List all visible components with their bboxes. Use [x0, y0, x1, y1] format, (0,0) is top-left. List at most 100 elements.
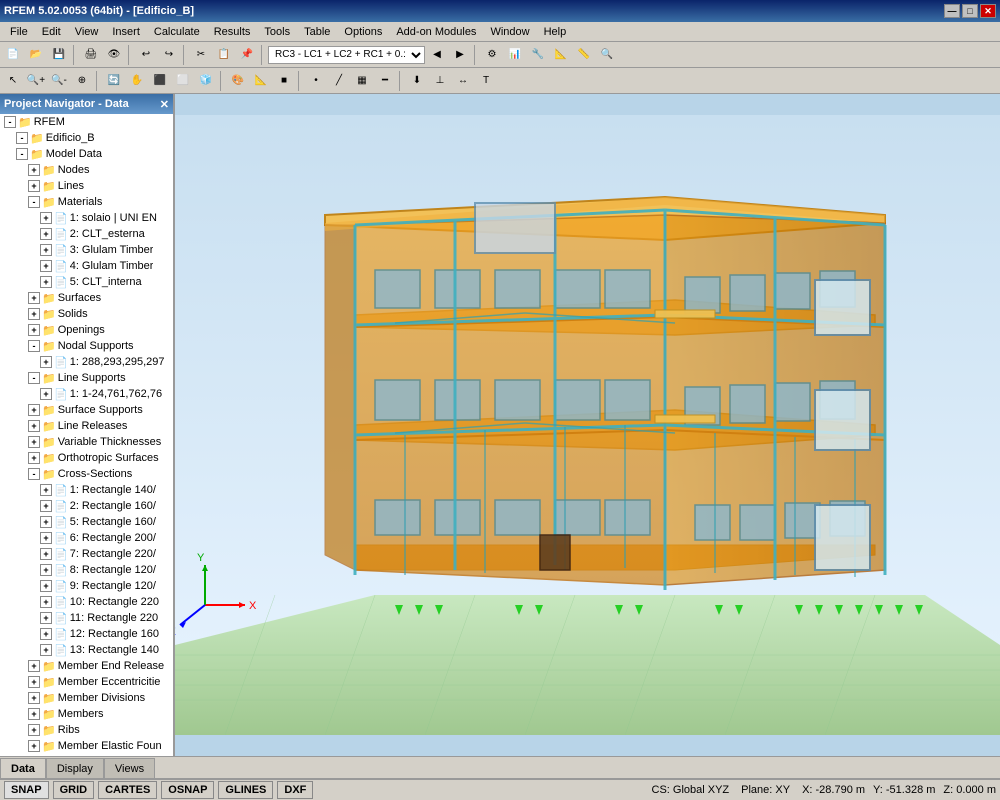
expand-icon[interactable]: +: [40, 228, 52, 240]
tree-node-14[interactable]: -📁Line Supports: [0, 370, 173, 386]
view-front[interactable]: ⬛: [149, 70, 171, 92]
text-btn[interactable]: T: [475, 70, 497, 92]
tree-node-20[interactable]: -📁Cross-Sections: [0, 466, 173, 482]
glines-button[interactable]: GLINES: [218, 781, 273, 799]
save-button[interactable]: 💾: [48, 44, 70, 66]
render-btn[interactable]: 🎨: [227, 70, 249, 92]
snap-button[interactable]: SNAP: [4, 781, 49, 799]
menu-item-help[interactable]: Help: [538, 25, 573, 39]
preview-button[interactable]: 👁: [103, 44, 125, 66]
tree-node-10[interactable]: +📁Solids: [0, 306, 173, 322]
copy-button[interactable]: 📋: [213, 44, 235, 66]
tree-node-16[interactable]: +📁Surface Supports: [0, 402, 173, 418]
expand-icon[interactable]: +: [40, 212, 52, 224]
select-button[interactable]: ↖: [2, 70, 24, 92]
tree-node-24[interactable]: +📄6: Rectangle 200/: [0, 530, 173, 546]
toolbar-btn-7[interactable]: 📏: [573, 44, 595, 66]
expand-icon[interactable]: -: [28, 372, 40, 384]
expand-icon[interactable]: +: [40, 644, 52, 656]
expand-icon[interactable]: +: [28, 692, 40, 704]
zoom-out-button[interactable]: 🔍-: [48, 70, 70, 92]
menu-item-tools[interactable]: Tools: [258, 25, 296, 39]
tree-node-38[interactable]: +📁Member Nonlineariti: [0, 754, 173, 756]
node-btn[interactable]: •: [305, 70, 327, 92]
menu-item-add-on-modules[interactable]: Add-on Modules: [390, 25, 482, 39]
expand-icon[interactable]: +: [28, 676, 40, 688]
tree-node-0[interactable]: -📁Model Data: [0, 146, 173, 162]
dxf-button[interactable]: DXF: [277, 781, 313, 799]
print-button[interactable]: 🖨: [80, 44, 102, 66]
tree-node-19[interactable]: +📁Orthotropic Surfaces: [0, 450, 173, 466]
tree-node-18[interactable]: +📁Variable Thicknesses: [0, 434, 173, 450]
tree-node-5[interactable]: +📄2: CLT_esterna: [0, 226, 173, 242]
cartes-button[interactable]: CARTES: [98, 781, 157, 799]
expand-icon[interactable]: +: [28, 724, 40, 736]
solid-btn[interactable]: ■: [273, 70, 295, 92]
toolbar-btn-8[interactable]: 🔍: [596, 44, 618, 66]
line-btn[interactable]: ╱: [328, 70, 350, 92]
menu-item-results[interactable]: Results: [208, 25, 257, 39]
navigator-close-button[interactable]: ✕: [160, 98, 169, 111]
expand-icon[interactable]: +: [28, 708, 40, 720]
tree-node-6[interactable]: +📄3: Glulam Timber: [0, 242, 173, 258]
tab-views[interactable]: Views: [104, 758, 155, 778]
menu-item-view[interactable]: View: [69, 25, 105, 39]
expand-icon[interactable]: +: [40, 580, 52, 592]
tree-node-37[interactable]: +📁Member Elastic Foun: [0, 738, 173, 754]
menu-item-insert[interactable]: Insert: [106, 25, 146, 39]
expand-icon[interactable]: -: [28, 196, 40, 208]
expand-icon[interactable]: +: [28, 324, 40, 336]
tree-node-13[interactable]: +📄1: 288,293,295,297: [0, 354, 173, 370]
tree-node-35[interactable]: +📁Members: [0, 706, 173, 722]
menu-item-options[interactable]: Options: [338, 25, 388, 39]
toolbar-btn-6[interactable]: 📐: [550, 44, 572, 66]
zoom-all-button[interactable]: ⊕: [71, 70, 93, 92]
expand-icon[interactable]: +: [28, 308, 40, 320]
expand-icon[interactable]: +: [40, 612, 52, 624]
expand-icon[interactable]: +: [28, 452, 40, 464]
expand-icon[interactable]: +: [40, 516, 52, 528]
tree-node-15[interactable]: +📄1: 1-24,761,762,76: [0, 386, 173, 402]
tree-node-11[interactable]: +📁Openings: [0, 322, 173, 338]
cut-button[interactable]: ✂: [190, 44, 212, 66]
expand-icon[interactable]: +: [40, 532, 52, 544]
osnap-button[interactable]: OSNAP: [161, 781, 214, 799]
tree-node-2[interactable]: +📁Lines: [0, 178, 173, 194]
minimize-button[interactable]: —: [944, 4, 960, 18]
tree-root[interactable]: - 📁 RFEM: [0, 114, 173, 130]
expand-icon[interactable]: +: [40, 244, 52, 256]
tree-node-8[interactable]: +📄5: CLT_interna: [0, 274, 173, 290]
tree-node-33[interactable]: +📁Member Eccentricitie: [0, 674, 173, 690]
tree-node-3[interactable]: -📁Materials: [0, 194, 173, 210]
redo-button[interactable]: ↪: [158, 44, 180, 66]
tree-node-27[interactable]: +📄9: Rectangle 120/: [0, 578, 173, 594]
new-button[interactable]: 📄: [2, 44, 24, 66]
expand-icon[interactable]: +: [40, 628, 52, 640]
tree-node-7[interactable]: +📄4: Glulam Timber: [0, 258, 173, 274]
expand-icon[interactable]: -: [16, 132, 28, 144]
tree-node-17[interactable]: +📁Line Releases: [0, 418, 173, 434]
results-button[interactable]: 📊: [504, 44, 526, 66]
calc-button[interactable]: ⚙: [481, 44, 503, 66]
next-btn[interactable]: ▶: [449, 44, 471, 66]
menu-item-file[interactable]: File: [4, 25, 34, 39]
tree-node-1[interactable]: +📁Nodes: [0, 162, 173, 178]
expand-icon[interactable]: -: [28, 468, 40, 480]
view-3d[interactable]: 🧊: [195, 70, 217, 92]
undo-button[interactable]: ↩: [135, 44, 157, 66]
tree-node-25[interactable]: +📄7: Rectangle 220/: [0, 546, 173, 562]
expand-icon[interactable]: +: [28, 436, 40, 448]
view-top[interactable]: ⬜: [172, 70, 194, 92]
tab-display[interactable]: Display: [46, 758, 104, 778]
menu-item-calculate[interactable]: Calculate: [148, 25, 206, 39]
tree-node-28[interactable]: +📄10: Rectangle 220: [0, 594, 173, 610]
tree-node-21[interactable]: +📄1: Rectangle 140/: [0, 482, 173, 498]
expand-icon[interactable]: +: [28, 292, 40, 304]
open-button[interactable]: 📂: [25, 44, 47, 66]
rotate-button[interactable]: 🔄: [103, 70, 125, 92]
expand-icon[interactable]: +: [40, 500, 52, 512]
maximize-button[interactable]: □: [962, 4, 978, 18]
zoom-in-button[interactable]: 🔍+: [25, 70, 47, 92]
tree-node-32[interactable]: +📁Member End Release: [0, 658, 173, 674]
expand-icon[interactable]: +: [40, 484, 52, 496]
